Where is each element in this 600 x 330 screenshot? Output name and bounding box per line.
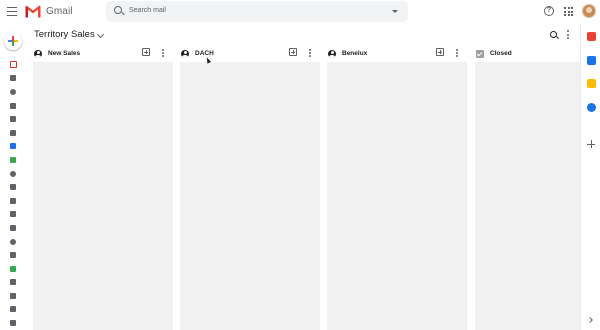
- board-search-icon[interactable]: [550, 31, 557, 38]
- pipeline-icon-glyph: [10, 197, 16, 204]
- add-box-icon[interactable]: [436, 48, 444, 56]
- streak-green-icon[interactable]: [0, 153, 26, 167]
- person-icon: [181, 50, 189, 58]
- streak-green-icon-glyph: [10, 156, 16, 163]
- label-icon[interactable]: [0, 316, 26, 330]
- label-icon[interactable]: [0, 303, 26, 317]
- streak-icon-glyph: [10, 129, 16, 136]
- top-bar: Gmail Search mail ?: [0, 0, 600, 24]
- streak-blue-icon[interactable]: [0, 140, 26, 154]
- person-icon: [328, 50, 336, 58]
- contacts-icon[interactable]: [0, 167, 26, 181]
- get-addons-icon[interactable]: [587, 140, 595, 148]
- pipeline-icon[interactable]: [0, 194, 26, 208]
- pipeline-icon[interactable]: [0, 180, 26, 194]
- smiley-icon[interactable]: [0, 235, 26, 249]
- add-box-icon[interactable]: [289, 48, 297, 56]
- label-icon-glyph: [10, 279, 16, 286]
- label-icon-glyph: [10, 292, 16, 299]
- sent-icon-glyph: [10, 102, 16, 109]
- column-title[interactable]: Closed: [490, 50, 512, 57]
- column-more-icon[interactable]: [309, 49, 311, 57]
- column-new-sales: New Sales: [33, 46, 173, 330]
- label-green-icon-glyph: [10, 265, 16, 272]
- column-title[interactable]: Benelux: [342, 50, 367, 57]
- column-body[interactable]: [180, 62, 320, 330]
- board-switcher-chevron-icon[interactable]: [96, 30, 105, 39]
- column-header: DACH: [180, 46, 320, 62]
- label-icon-glyph: [10, 320, 16, 327]
- pipeline-icon[interactable]: [0, 221, 26, 235]
- help-icon[interactable]: ?: [544, 6, 554, 16]
- checkbox-icon: [476, 50, 484, 58]
- drafts-icon-glyph: [10, 116, 16, 123]
- app-name[interactable]: Gmail: [46, 6, 73, 17]
- column-title[interactable]: DACH: [195, 50, 214, 57]
- inbox-icon[interactable]: [0, 58, 26, 72]
- inbox-icon-glyph: [9, 61, 17, 69]
- column-header: Benelux: [327, 46, 467, 62]
- label-icon[interactable]: [0, 248, 26, 262]
- column-body[interactable]: [327, 62, 467, 330]
- star-icon[interactable]: [0, 72, 26, 86]
- column-dach: DACH: [180, 46, 320, 330]
- smiley-icon-glyph: [10, 238, 16, 245]
- gmail-logo-icon[interactable]: [25, 5, 41, 18]
- keep-icon[interactable]: [587, 79, 596, 88]
- column-title[interactable]: New Sales: [48, 50, 80, 57]
- label-icon-glyph: [10, 252, 16, 259]
- column-more-icon[interactable]: [162, 49, 164, 57]
- streak-blue-icon-glyph: [10, 143, 16, 150]
- label-icon[interactable]: [0, 276, 26, 290]
- right-sidebar: [580, 24, 600, 330]
- column-more-icon[interactable]: [456, 49, 458, 57]
- left-sidebar: [0, 24, 26, 330]
- column-body[interactable]: [33, 62, 173, 330]
- column-header: New Sales: [33, 46, 173, 62]
- pipeline-icon-glyph: [10, 224, 16, 231]
- streak-icon[interactable]: [0, 126, 26, 140]
- board-title[interactable]: Territory Sales: [34, 29, 95, 40]
- person-icon: [34, 50, 42, 58]
- label-icon-glyph: [10, 306, 16, 313]
- column-benelux: Benelux: [327, 46, 467, 330]
- avatar[interactable]: [582, 4, 596, 18]
- label-green-icon[interactable]: [0, 262, 26, 276]
- search-input[interactable]: Search mail: [129, 7, 166, 14]
- sent-icon[interactable]: [0, 99, 26, 113]
- search-icon[interactable]: [114, 6, 122, 14]
- snoozed-icon-glyph: [10, 88, 16, 95]
- column-body[interactable]: [475, 62, 580, 330]
- show-side-panel-icon[interactable]: [587, 317, 593, 323]
- board-more-icon[interactable]: [567, 30, 569, 39]
- add-box-icon[interactable]: [142, 48, 150, 56]
- label-icon[interactable]: [0, 289, 26, 303]
- compose-button[interactable]: [4, 32, 22, 50]
- drafts-icon[interactable]: [0, 112, 26, 126]
- search-options-icon[interactable]: [392, 10, 398, 13]
- contacts-icon-glyph: [10, 170, 16, 177]
- main-menu-icon[interactable]: [7, 7, 17, 16]
- column-header: Closed: [475, 46, 580, 62]
- search-bar[interactable]: Search mail: [106, 1, 408, 22]
- star-icon-glyph: [10, 75, 16, 82]
- snoozed-icon[interactable]: [0, 85, 26, 99]
- pipeline-icon-glyph: [10, 184, 16, 191]
- apps-grid-icon[interactable]: [564, 7, 573, 16]
- pipeline-icon-glyph: [10, 211, 16, 218]
- calendar-icon[interactable]: [587, 56, 596, 65]
- nav-icons: [0, 58, 26, 330]
- streak-app-icon[interactable]: [587, 32, 596, 41]
- column-closed: Closed: [475, 46, 580, 330]
- tasks-icon[interactable]: [587, 103, 596, 112]
- pipeline-icon[interactable]: [0, 208, 26, 222]
